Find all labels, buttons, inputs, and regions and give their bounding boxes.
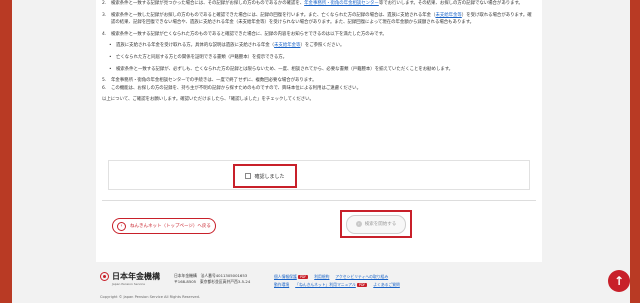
bullet-icon: • [109,43,112,49]
bullet-icon: • [109,54,112,60]
notice-item: 2. 検索条件と一致する記録が見つかった場合には、その記録がお探しの方のものであ… [102,0,534,8]
item-text: 検索条件と一致する記録が、必ずしも、亡くなられた方の記録とは限らないため、一度、… [116,66,454,72]
start-search-button[interactable]: › 検索を開始する [346,214,406,234]
footer: 日本年金機構 Japan Pension Service 日本年金機構 法人番号… [96,268,542,303]
unpaid-pension-link[interactable]: 未支給年金等 [274,43,300,48]
item-text: 検索条件と一致する記録が見つかった場合には、その記録がお探しの方のものであるかの… [111,1,305,6]
privacy-link[interactable]: 個人情報保護 [274,274,297,279]
notice-text: 2. 検索条件と一致する記録が見つかった場合には、その記録がお探しの方のものであ… [102,0,534,104]
manual-link[interactable]: 「ねんきんネット」利用マニュアル [295,282,356,287]
start-search-highlight: › 検索を開始する [340,210,412,238]
accessibility-link[interactable]: アクセシビリティへの取り組み [335,273,388,281]
notice-item: 3. 検索条件と一致した記録がお探しの方のものであると確認できた場合には、記録の… [102,12,534,27]
item-text: 検索条件と一致する記録が亡くなられた方のものであると確認できた場合に、記録の内容… [111,31,387,37]
pension-office-link[interactable]: 年金事務所・街角の年金相談センター [304,1,379,6]
environment-link[interactable]: 動作環境 [274,281,289,289]
right-frame-bar [630,0,640,303]
pdf-tag: PDF [298,275,309,279]
chevron-right-icon: › [355,221,362,227]
item-text: 遺族に支給される年金を受け取れる方。具体的な説明は遺族に支給される年金（ [116,43,275,49]
item-number: 3. [102,12,107,18]
item-text: 年金事務所・街角の年金相談センターでの手続きは、一度で終了せずに、複数回必要な場… [111,78,317,84]
faq-link[interactable]: よくあるご質問 [373,281,400,289]
item-text: 検索条件と一致した記録がお探しの方のものであると確認できた場合には、記録の回復を… [111,12,436,18]
item-number: 4. [102,31,107,37]
logo-subtitle: Japan Pension Service [112,282,145,286]
terms-link[interactable]: 利用規約 [314,273,329,281]
unpaid-pension-link[interactable]: 未支給年金等 [435,13,461,18]
notice-item: 4. 検索条件と一致する記録が亡くなられた方のものであると確認できた場合に、記録… [102,31,534,39]
confirm-label: 確認しました [254,173,285,180]
footer-links: 個人情報保護 PDF 利用規約 アクセシビリティへの取り組み 動作環境 「ねんき… [274,273,536,289]
closing-text: 以上について、ご確認をお願いします。確認いただけましたら、「確認しました」をチェ… [102,97,314,103]
bullet-icon: • [109,66,112,72]
item-text: 等でお行いします。その結果、お探しの方の記録でない場合があります。 [378,1,523,6]
confirm-area: 確認しました [108,160,530,190]
jps-logo: 日本年金機構 [100,272,160,281]
pdf-tag: PDF [357,283,368,287]
left-frame-bar [0,0,12,303]
sub-item: • 検索条件と一致する記録が、必ずしも、亡くなられた方の記録とは限らないため、一… [102,66,534,74]
sub-item: • 遺族に支給される年金を受け取れる方。具体的な説明は遺族に支給される年金（未支… [102,42,534,50]
logo-text: 日本年金機構 [112,272,160,281]
notice-item: 6. この機能は、お探しの方の記録を、持ち主が不明の記録から探すためのものですの… [102,85,534,93]
confirm-checkbox[interactable]: 確認しました [233,164,297,188]
back-to-top-page-button[interactable]: ‹ ねんきんネット（トップページ）へ戻る [112,218,216,234]
item-number: 6. [102,85,107,91]
footer-address: 日本年金機構 法人番号4011305001653 〒168-8505 東京都杉並… [174,273,250,285]
item-text: 亡くなられた方と同居する方との関係を証明できる書類（戸籍謄本）を提示できる方。 [116,54,288,60]
notice-item: 5. 年金事務所・街角の年金相談センターでの手続きは、一度で終了せずに、複数回必… [102,77,534,85]
jps-logo-icon [100,272,109,281]
item-text: この機能は、お探しの方の記録を、持ち主が不明の記録から探すためのものですので、興… [111,85,361,91]
address-line: 〒168-8505 東京都杉並区高井戸西3-5-24 [174,279,251,284]
item-number: 5. [102,78,107,84]
copyright: Copyright © Japan Pension Service All Ri… [100,295,200,299]
item-number: 2. [102,1,107,6]
chevron-left-icon: ‹ [117,221,126,231]
scroll-to-top-button[interactable]: ↑ [608,270,630,292]
divider [102,200,536,201]
sub-item: • 亡くなられた方と同居する方との関係を証明できる書類（戸籍謄本）を提示できる方… [102,54,534,62]
arrow-up-icon: ↑ [613,274,625,288]
back-button-label: ねんきんネット（トップページ）へ戻る [130,224,211,229]
item-text: ）をご参照ください。 [300,43,345,49]
footer-link-row: 動作環境 「ねんきんネット」利用マニュアル PDF よくあるご質問 [274,281,536,289]
footer-link-row: 個人情報保護 PDF 利用規約 アクセシビリティへの取り組み [274,273,536,281]
checkbox-icon[interactable] [245,173,252,179]
start-button-label: 検索を開始する [364,222,397,227]
